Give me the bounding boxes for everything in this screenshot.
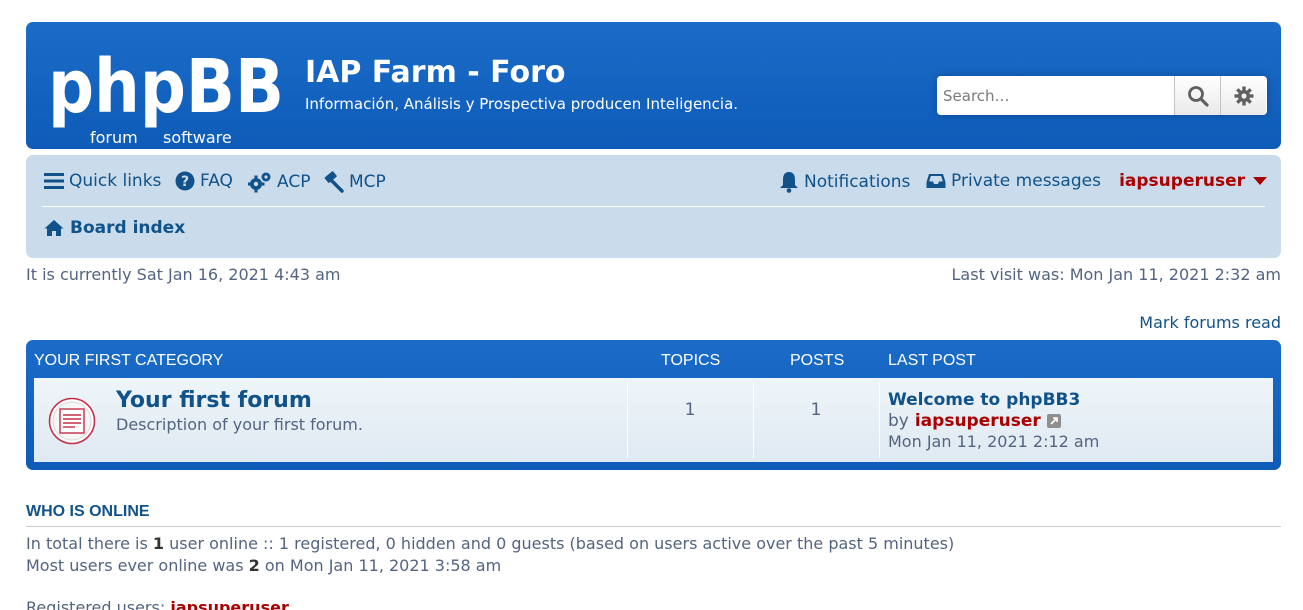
board-index-label: Board index [70, 218, 186, 238]
online-total-text: In total there is [26, 534, 153, 553]
registered-users-label: Registered users: [26, 598, 171, 610]
gear-icon [1234, 86, 1253, 105]
last-post-author-line: by iapsuperuser [888, 411, 1061, 431]
question-icon: ? [175, 171, 195, 191]
category-title[interactable]: Your first category [34, 352, 223, 370]
online-total-line: In total there is 1 user online :: 1 reg… [26, 534, 954, 553]
search-button[interactable] [1174, 76, 1220, 115]
phpbb-logo[interactable]: phpBB forum software [48, 44, 288, 144]
site-description: Información, Análisis y Prospectiva prod… [305, 95, 739, 113]
forum-read-icon [48, 397, 96, 445]
forum-row: Your first forum Description of your fir… [34, 378, 1273, 462]
online-record-line: Most users ever online was 2 on Mon Jan … [26, 556, 501, 575]
column-divider [879, 382, 880, 458]
last-post-author[interactable]: iapsuperuser [915, 411, 1041, 431]
navbar-divider [42, 206, 1265, 207]
advanced-search-button[interactable] [1220, 76, 1266, 115]
search-input[interactable] [937, 76, 1174, 115]
column-divider [627, 382, 628, 458]
last-post-header: Last post [888, 352, 976, 369]
acp-label: ACP [277, 172, 311, 192]
faq-label: FAQ [200, 171, 233, 191]
gavel-icon [324, 171, 344, 193]
home-icon [44, 220, 64, 236]
logo-sub-right: software [163, 128, 232, 144]
bell-icon [780, 172, 798, 193]
faq-link[interactable]: ? FAQ [175, 171, 233, 191]
quick-links-menu[interactable]: Quick links [44, 171, 161, 191]
forum-description: Description of your first forum. [116, 415, 363, 434]
hamburger-icon [44, 173, 64, 189]
column-divider [753, 382, 754, 458]
site-title[interactable]: IAP Farm - Foro [305, 55, 565, 90]
registered-users-line: Registered users: iapsuperuser [26, 598, 289, 610]
site-header: phpBB forum software IAP Farm - Foro Inf… [26, 22, 1281, 149]
forum-category: Your first category Topics Posts Last po… [26, 340, 1281, 470]
online-record-date: on Mon Jan 11, 2021 3:58 am [259, 556, 502, 575]
inbox-icon [926, 174, 946, 188]
private-messages-label: Private messages [951, 171, 1101, 191]
online-total-count: 1 [152, 534, 165, 553]
view-latest-post-icon[interactable] [1046, 414, 1061, 428]
mark-forums-read-link[interactable]: Mark forums read [1139, 313, 1281, 332]
cogs-icon [248, 172, 271, 193]
navbar: Quick links ? FAQ ACP MCP Notifications … [26, 155, 1281, 258]
last-post-by-label: by [888, 411, 909, 431]
quick-links-label: Quick links [69, 171, 162, 191]
current-time: It is currently Sat Jan 16, 2021 4:43 am [26, 265, 341, 284]
online-record-count: 2 [248, 556, 260, 575]
logo-sub-left: forum [90, 128, 138, 144]
who-is-online-title[interactable]: WHO IS ONLINE [26, 503, 150, 521]
online-record-text: Most users ever online was [26, 556, 249, 575]
forum-title[interactable]: Your first forum [116, 388, 312, 413]
mcp-label: MCP [349, 172, 386, 192]
search-box [937, 76, 1267, 115]
posts-header: Posts [790, 352, 845, 369]
caret-down-icon [1253, 177, 1267, 185]
breadcrumb-board-index[interactable]: Board index [44, 218, 185, 238]
who-is-online-divider [26, 526, 1281, 527]
online-total-details: user online :: 1 registered, 0 hidden an… [164, 534, 955, 553]
last-post-title[interactable]: Welcome to phpBB3 [888, 390, 1080, 410]
private-messages-link[interactable]: Private messages [926, 171, 1101, 191]
topics-header: Topics [661, 352, 721, 369]
search-icon [1187, 85, 1209, 107]
mcp-link[interactable]: MCP [322, 171, 386, 193]
user-menu[interactable]: iapsuperuser [1119, 171, 1267, 191]
topics-count: 1 [684, 400, 696, 420]
acp-link[interactable]: ACP [248, 171, 310, 193]
notifications-link[interactable]: Notifications [779, 171, 910, 193]
registered-user-link[interactable]: iapsuperuser [170, 598, 289, 610]
posts-count: 1 [810, 400, 822, 420]
logo-main-text: phpBB [48, 44, 284, 130]
svg-text:?: ? [181, 174, 189, 190]
last-post-date: Mon Jan 11, 2021 2:12 am [888, 432, 1100, 451]
last-visit: Last visit was: Mon Jan 11, 2021 2:32 am [951, 265, 1281, 284]
username-label: iapsuperuser [1119, 171, 1245, 191]
notifications-label: Notifications [804, 172, 911, 192]
